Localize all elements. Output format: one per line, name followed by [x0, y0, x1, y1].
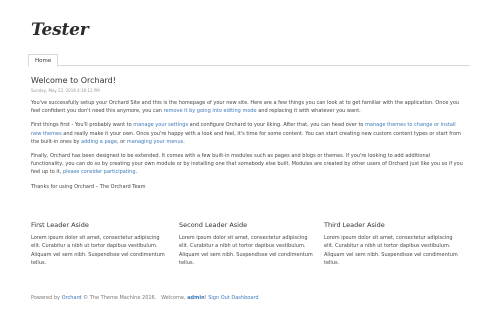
manage-settings-link[interactable]: manage your settings: [133, 122, 188, 128]
paragraph-text: First things first - You'll probably wan…: [31, 122, 134, 129]
aside-first: First Leader Aside Lorem ipsum dolor sit…: [31, 221, 169, 268]
participate-link[interactable]: please consider participating: [63, 169, 136, 175]
aside-body: Lorem ipsum dolor sit amet, consectetur …: [31, 235, 165, 267]
aside-title: Second Leader Aside: [179, 221, 248, 229]
adding-page-link[interactable]: adding a page: [81, 139, 117, 145]
orchard-link[interactable]: Orchard: [62, 295, 82, 301]
site-title[interactable]: Tester: [31, 20, 89, 40]
footer-theme: © The Theme Machine 2016.: [81, 295, 157, 301]
footer: Powered by Orchard © The Theme Machine 2…: [31, 295, 259, 301]
main-content: Welcome to Orchard! Sunday, May 22, 2016…: [31, 76, 463, 197]
aside-title: First Leader Aside: [31, 221, 89, 229]
paragraph-text: .: [183, 138, 185, 145]
aside-title: Third Leader Aside: [324, 221, 385, 229]
footer-powered-by: Powered by: [31, 295, 62, 301]
extend-paragraph: Finally, Orchard has been designed to be…: [31, 152, 463, 177]
paragraph-text: and configure Orchard to your liking. Af…: [188, 122, 366, 129]
managing-menus-link[interactable]: managing your menus: [127, 139, 183, 145]
paragraph-text: , or: [116, 138, 127, 145]
aside-third: Third Leader Aside Lorem ipsum dolor sit…: [324, 221, 462, 268]
remove-link[interactable]: remove it by going into editing mode: [164, 108, 257, 114]
paragraph-text: .: [135, 169, 138, 176]
page-title: Welcome to Orchard!: [31, 76, 116, 85]
first-things-paragraph: First things first - You'll probably wan…: [31, 121, 463, 146]
main-navigation: Home: [28, 54, 470, 67]
aside-body: Lorem ipsum dolor sit amet, consectetur …: [179, 235, 313, 267]
footer-sep: !: [204, 295, 207, 301]
user-link[interactable]: admin: [187, 295, 204, 301]
aside-second: Second Leader Aside Lorem ipsum dolor si…: [179, 221, 317, 268]
post-date: Sunday, May 22, 2016 4:30:12 PM: [31, 88, 100, 93]
intro-paragraph: You've successfully setup your Orchard S…: [31, 99, 463, 115]
dashboard-link[interactable]: Dashboard: [231, 295, 258, 301]
aside-body: Lorem ipsum dolor sit amet, consectetur …: [324, 235, 458, 267]
intro-text-end: and replacing it with whatever you want.: [256, 108, 361, 115]
thanks-paragraph: Thanks for using Orchard – The Orchard T…: [31, 183, 146, 190]
sign-out-link[interactable]: Sign Out: [208, 295, 230, 301]
nav-tab-home[interactable]: Home: [28, 54, 59, 67]
footer-welcome: Welcome,: [161, 295, 188, 301]
